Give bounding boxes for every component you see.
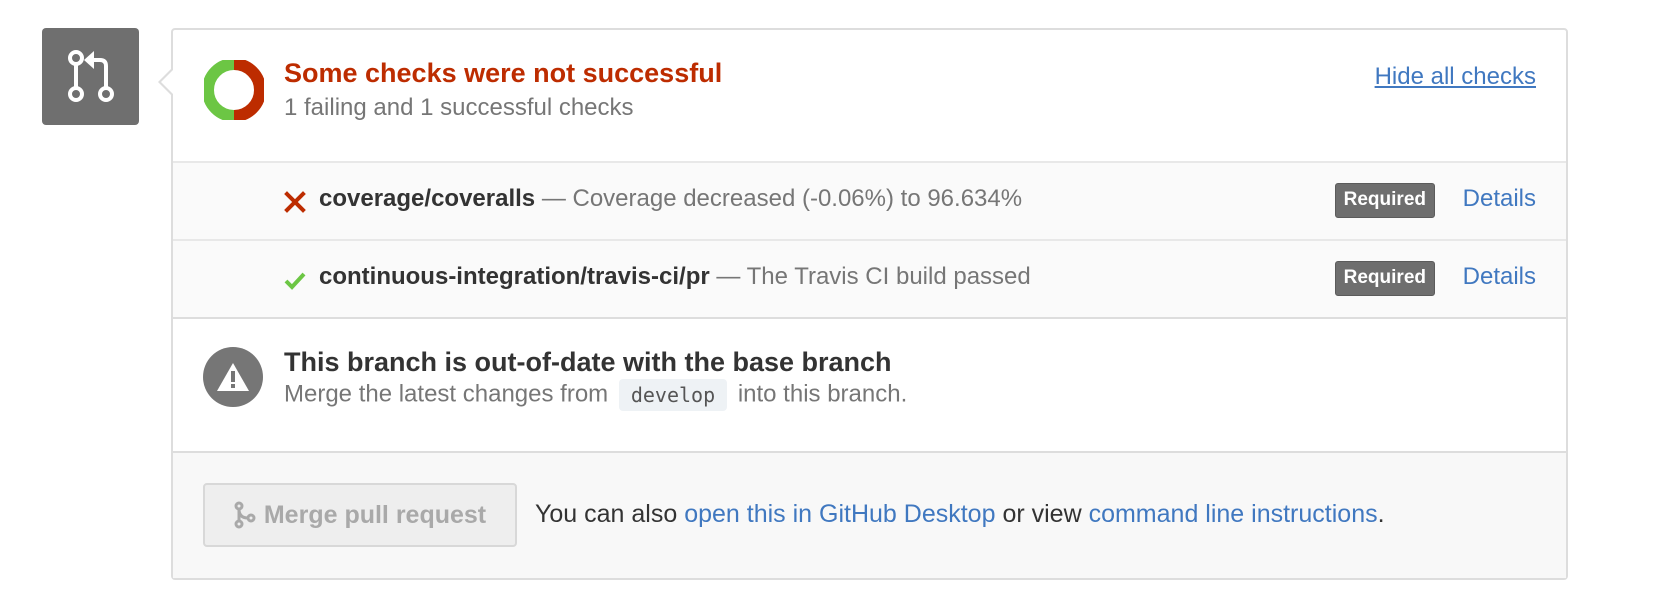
merge-status-box: Some checks were not successful 1 failin… <box>158 28 1568 580</box>
check-text: coverage/coveralls — Coverage decreased … <box>319 185 1022 213</box>
alert-circle <box>203 347 263 407</box>
check-icon <box>284 272 306 290</box>
checks-status-subtitle: 1 failing and 1 successful checks <box>284 94 634 121</box>
base-branch-name: develop <box>618 379 728 411</box>
x-icon <box>284 191 306 213</box>
status-ring-icon <box>204 60 264 120</box>
check-row-travis: continuous-integration/travis-ci/pr — Th… <box>173 239 1566 317</box>
required-badge: Required <box>1334 183 1435 218</box>
branch-out-of-date-notice: This branch is out-of-date with the base… <box>173 317 1566 451</box>
check-name: coverage/coveralls <box>319 185 536 212</box>
details-link-travis[interactable]: Details <box>1463 263 1536 291</box>
details-link-coveralls[interactable]: Details <box>1463 185 1536 213</box>
open-in-desktop-link[interactable]: open this in GitHub Desktop <box>684 500 995 528</box>
checks-status-title: Some checks were not successful <box>284 58 723 88</box>
git-merge-icon <box>234 501 256 529</box>
check-text: continuous-integration/travis-ci/pr — Th… <box>319 263 1031 291</box>
check-name: continuous-integration/travis-ci/pr <box>319 263 710 290</box>
required-badge: Required <box>1334 261 1435 296</box>
merge-button-label: Merge pull request <box>263 500 487 529</box>
merge-actions: Merge pull request You can also open thi… <box>173 451 1566 578</box>
check-row-coveralls: coverage/coveralls — Coverage decreased … <box>173 161 1566 239</box>
checks-summary: Some checks were not successful 1 failin… <box>173 30 1566 161</box>
git-pull-request-icon <box>67 49 114 102</box>
merge-pull-request-button[interactable]: Merge pull request <box>203 483 517 547</box>
branch-status-subtitle: Merge the latest changes from develop in… <box>284 379 907 411</box>
hide-all-checks-link[interactable]: Hide all checks <box>1375 63 1536 91</box>
check-description: — The Travis CI build passed <box>716 263 1031 290</box>
branch-status-title: This branch is out-of-date with the base… <box>284 347 892 377</box>
alert-icon <box>217 363 249 391</box>
command-line-instructions-link[interactable]: command line instructions <box>1089 500 1378 528</box>
merge-alternatives-text: You can also open this in GitHub Desktop… <box>535 500 1385 528</box>
check-description: — Coverage decreased (-0.06%) to 96.634% <box>541 185 1023 212</box>
pull-request-avatar <box>42 28 139 125</box>
